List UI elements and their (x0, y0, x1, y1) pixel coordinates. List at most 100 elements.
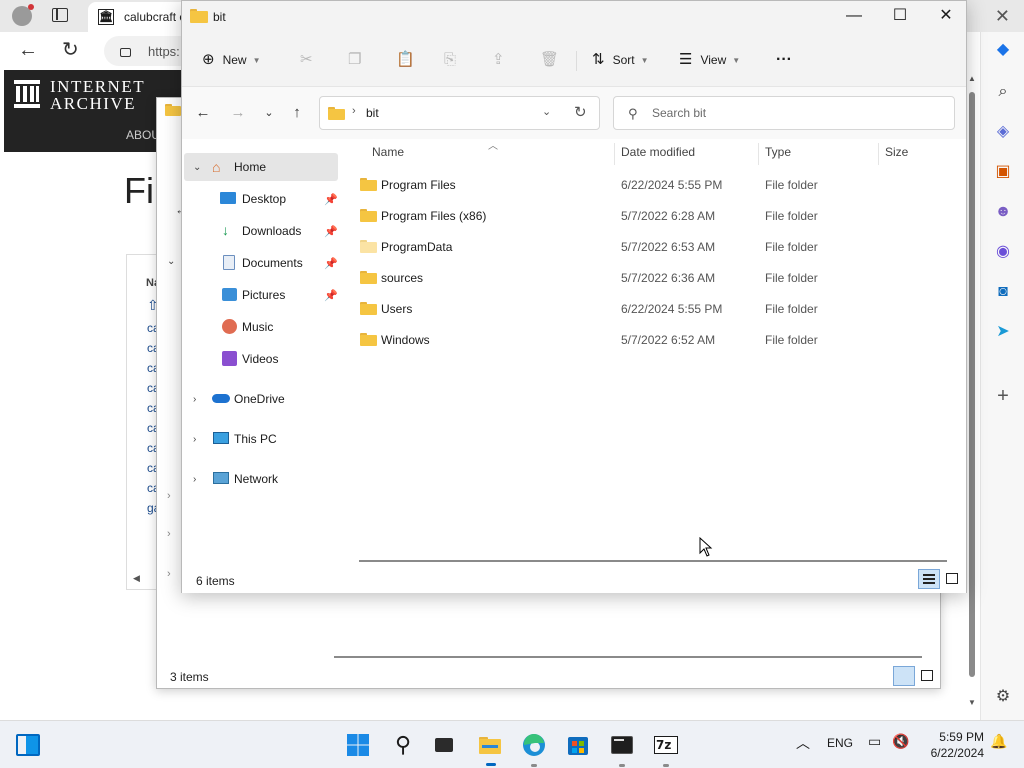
column-divider[interactable] (758, 143, 759, 165)
recent-locations-button[interactable]: ⌄ (258, 102, 280, 124)
column-divider[interactable] (614, 143, 615, 165)
search-box[interactable]: ⚲ (613, 96, 955, 130)
file-row[interactable]: Users 6/22/2024 5:55 PM File folder (356, 295, 952, 323)
title-bar[interactable]: bit — ☐ ✕ (182, 1, 966, 33)
browser-scroll-thumb[interactable] (969, 92, 975, 677)
tiles-view-button[interactable] (921, 670, 933, 681)
office-icon[interactable]: ◉ (993, 242, 1013, 262)
nav-item-pictures[interactable]: Pictures 📌 (184, 281, 338, 309)
scroll-down-icon[interactable]: ▼ (968, 698, 976, 707)
internet-archive-logo-icon[interactable] (14, 80, 40, 108)
nav-item-desktop[interactable]: Desktop 📌 (184, 185, 338, 213)
outlook-icon[interactable]: ◙ (993, 282, 1013, 302)
back-button[interactable]: ← (192, 102, 214, 124)
chevron-right-icon[interactable]: › (167, 568, 171, 580)
new-button[interactable]: ⊕ New ▼ (202, 49, 261, 71)
column-header-type[interactable]: Type (765, 145, 791, 159)
forward-button[interactable]: → (227, 102, 249, 124)
tiles-view-button[interactable] (946, 573, 958, 584)
paste-button[interactable]: 📋 (396, 49, 415, 71)
terminal-icon[interactable] (608, 731, 636, 767)
breadcrumb-bit[interactable]: bit (366, 106, 379, 120)
refresh-icon[interactable]: ↻ (574, 103, 587, 121)
column-header-size[interactable]: Size (885, 145, 908, 159)
about-link[interactable]: ABOU (126, 128, 160, 142)
up-button[interactable]: ↑ (286, 102, 308, 124)
nav-item-videos[interactable]: Videos (184, 345, 338, 373)
copy-button[interactable]: ❐ (348, 49, 361, 71)
pin-icon[interactable]: 📌 (324, 289, 338, 302)
file-row[interactable]: Program Files 6/22/2024 5:55 PM File fol… (356, 171, 952, 199)
tools-briefcase-icon[interactable]: ▣ (993, 162, 1013, 182)
view-button[interactable]: ☰ View ▼ (679, 49, 740, 71)
scroll-left-icon[interactable]: ◀ (133, 573, 140, 584)
chevron-right-icon[interactable]: › (167, 528, 171, 540)
browser-close-icon[interactable]: ✕ (995, 6, 1010, 27)
file-row[interactable]: Program Files (x86) 5/7/2022 6:28 AM Fil… (356, 202, 952, 230)
notification-bell-icon[interactable]: 🔔 (990, 733, 1007, 750)
horizontal-scrollbar[interactable] (334, 656, 922, 658)
add-sidebar-app-icon[interactable]: + (993, 386, 1013, 406)
minimize-button[interactable]: — (831, 1, 877, 33)
nav-item-documents[interactable]: Documents 📌 (184, 249, 338, 277)
nav-item-this-pc[interactable]: › This PC (184, 425, 338, 453)
rename-button[interactable]: ⎘ (444, 49, 456, 71)
close-button[interactable]: ✕ (923, 1, 969, 33)
chevron-right-icon[interactable]: › (193, 394, 196, 405)
sort-button[interactable]: ⇅ Sort ▼ (592, 49, 649, 71)
start-icon[interactable] (344, 731, 372, 759)
7zip-icon[interactable]: 7z (652, 731, 680, 767)
search-input[interactable] (652, 104, 942, 122)
task-view-icon[interactable] (430, 731, 458, 759)
settings-gear-icon[interactable]: ⚙ (993, 687, 1013, 707)
store-icon[interactable] (564, 731, 592, 759)
nav-item-onedrive[interactable]: › OneDrive (184, 385, 338, 413)
nav-item-downloads[interactable]: ↓ Downloads 📌 (184, 217, 338, 245)
chevron-right-icon[interactable]: › (167, 490, 171, 502)
details-view-button[interactable] (893, 666, 915, 686)
file-row[interactable]: ProgramData 5/7/2022 6:53 AM File folder (356, 233, 952, 261)
file-row[interactable]: Windows 5/7/2022 6:52 AM File folder (356, 326, 952, 354)
shopping-tag-icon[interactable]: ◈ (993, 122, 1013, 142)
address-dropdown-icon[interactable]: ⌄ (542, 105, 551, 118)
chevron-down-icon[interactable]: ⌄ (193, 162, 201, 173)
file-row[interactable]: sources 5/7/2022 6:36 AM File folder (356, 264, 952, 292)
widgets-icon[interactable] (16, 734, 40, 756)
people-icon[interactable]: ☻ (993, 202, 1013, 222)
address-bar[interactable]: › bit ⌄ ↻ (319, 96, 600, 130)
column-header-name[interactable]: Name (372, 145, 404, 159)
maximize-button[interactable]: ☐ (877, 1, 923, 33)
nav-item-home[interactable]: ⌄ ⌂ Home (184, 153, 338, 181)
more-options-button[interactable]: ··· (776, 49, 792, 71)
tab-actions-icon[interactable] (52, 8, 68, 22)
scroll-up-icon[interactable]: ▲ (968, 74, 976, 83)
language-indicator[interactable]: ENG (827, 736, 853, 750)
clock[interactable]: 5:59 PM 6/22/2024 (924, 729, 984, 761)
horizontal-scrollbar[interactable] (359, 560, 947, 562)
pin-icon[interactable]: 📌 (324, 225, 338, 238)
refresh-icon[interactable]: ↻ (62, 39, 79, 61)
browser-vertical-scrollbar[interactable]: ▲ ▼ (966, 70, 980, 720)
pin-icon[interactable]: 📌 (324, 257, 338, 270)
search-icon[interactable]: ⚲ (389, 731, 417, 759)
share-button[interactable]: ⇪ (492, 49, 505, 71)
column-divider[interactable] (878, 143, 879, 165)
details-view-button[interactable] (918, 569, 940, 589)
pin-icon[interactable]: 📌 (324, 193, 338, 206)
volume-muted-icon[interactable]: 🔇 (892, 733, 909, 750)
network-status-icon[interactable]: ▭ (868, 733, 881, 750)
delete-button[interactable]: 🗑 (540, 49, 559, 71)
file-explorer-icon[interactable] (476, 731, 504, 766)
send-icon[interactable]: ➤ (993, 322, 1013, 342)
nav-item-network[interactable]: › Network (184, 465, 338, 493)
cut-button[interactable]: ✂ (300, 49, 313, 71)
chevron-down-icon[interactable]: ⌄ (167, 256, 175, 267)
copilot-icon[interactable]: ◆ (993, 40, 1013, 60)
edge-icon[interactable] (520, 731, 548, 767)
chevron-right-icon[interactable]: › (193, 434, 196, 445)
column-header-date[interactable]: Date modified (621, 145, 695, 159)
chevron-right-icon[interactable]: › (193, 474, 196, 485)
breadcrumb-chevron-icon[interactable]: › (352, 105, 356, 117)
nav-item-music[interactable]: Music (184, 313, 338, 341)
back-arrow-icon[interactable]: ← (18, 39, 38, 61)
